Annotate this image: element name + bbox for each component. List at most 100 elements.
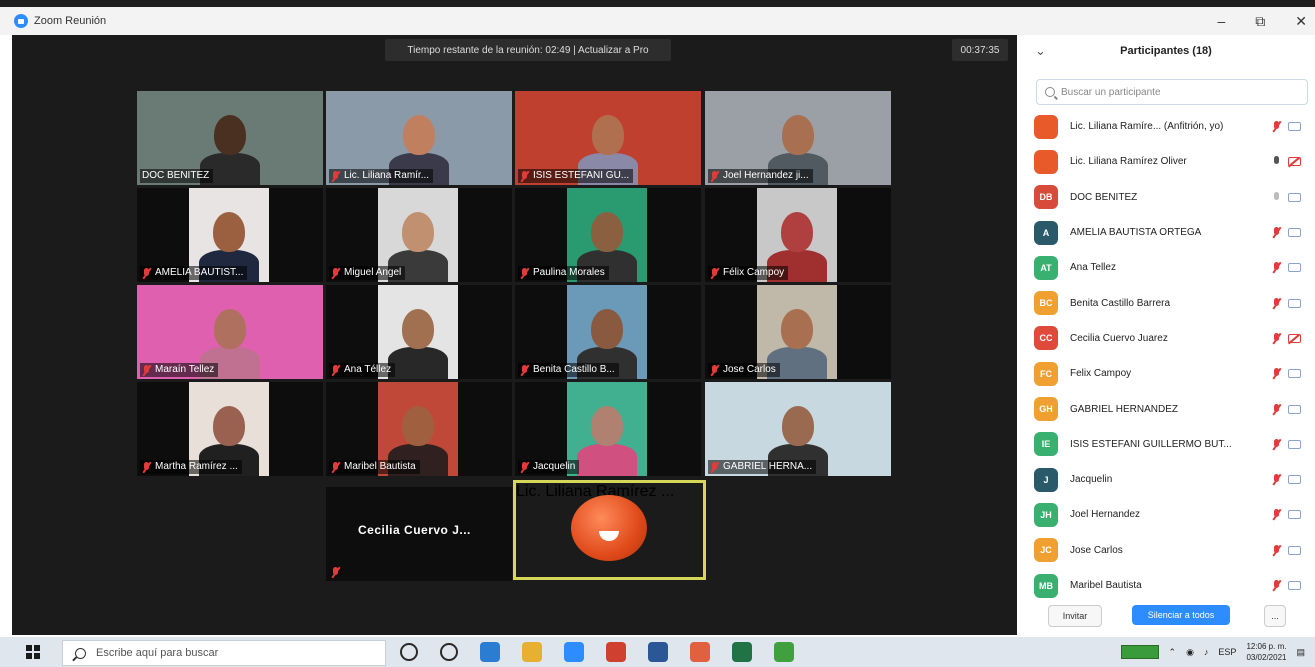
camera-icon[interactable] [1288,510,1301,520]
participant-video-tile[interactable]: GABRIEL HERNA... [705,382,891,476]
tray-chevron-icon[interactable]: ⌃ [1169,647,1177,658]
camera-icon[interactable] [1288,581,1301,590]
participant-face [402,309,434,349]
participant-search-input[interactable]: Buscar un participante [1036,79,1308,105]
participant-row[interactable]: Lic. Liliana Ramíre... (Anfitrión, yo) [1017,109,1315,144]
mic-muted-icon[interactable] [1273,474,1280,485]
battery-icon[interactable] [1120,645,1159,659]
participant-video-tile[interactable]: Joel Hernandez ji... [705,91,891,185]
camera-icon[interactable] [1288,228,1301,238]
participant-video-tile[interactable]: Ana Téllez [326,285,512,379]
mic-muted-icon[interactable] [1273,262,1280,273]
mic-icon[interactable] [1273,156,1280,167]
participant-row[interactable]: CC Cecilia Cuervo Juarez [1017,321,1315,356]
taskbar-search-input[interactable]: Escribe aquí para buscar [62,640,386,666]
meeting-time-banner[interactable]: Tiempo restante de la reunión: 02:49 | A… [385,39,671,61]
camera-icon[interactable] [1288,298,1301,308]
participant-video-tile[interactable]: Jacquelin [515,382,701,476]
paint-icon[interactable] [690,642,710,662]
camera-icon[interactable] [1288,475,1301,485]
minimize-button[interactable]: – [1217,13,1225,29]
camera-icon[interactable] [1288,192,1301,202]
excel-icon[interactable] [732,642,752,662]
task-view-icon[interactable] [440,643,458,661]
camera-icon[interactable] [1288,439,1301,449]
participant-row[interactable]: Lic. Liliana Ramírez Oliver [1017,144,1315,179]
mic-muted-icon[interactable] [1273,297,1280,309]
participant-face [592,115,624,155]
participant-video-tile[interactable]: Lic. Liliana Ramír... [326,91,512,185]
participant-video-tile[interactable]: Maribel Bautista [326,382,512,476]
participant-row[interactable]: BC Benita Castillo Barrera [1017,285,1315,320]
mic-muted-icon[interactable] [1273,509,1280,520]
edge-icon[interactable] [480,642,500,662]
mic-muted-icon [142,461,151,473]
network-icon[interactable]: ◉ [1186,647,1194,658]
participant-row[interactable]: GH GABRIEL HERNANDEZ [1017,391,1315,426]
camera-icon[interactable] [1288,404,1301,414]
camera-icon[interactable] [1288,545,1301,555]
mic-muted-icon[interactable] [1273,580,1280,591]
invite-button[interactable]: Invitar [1048,605,1102,627]
mic-muted-icon[interactable] [1273,332,1280,344]
participant-row[interactable]: IE ISIS ESTEFANI GUILLERMO BUT... [1017,427,1315,462]
participant-video-tile[interactable]: DOC BENITEZ [137,91,323,185]
participant-video-tile[interactable]: Félix Campoy [705,188,891,282]
camera-off-icon[interactable] [1288,157,1301,167]
participant-video-tile[interactable]: Martha Ramírez ... [137,382,323,476]
volume-icon[interactable]: ♪ [1204,647,1209,657]
mic-muted-icon [331,170,340,182]
participant-row[interactable]: DB DOC BENITEZ [1017,180,1315,215]
participant-video-tile[interactable]: Jose Carlos [705,285,891,379]
notifications-icon[interactable]: ▤ [1296,647,1305,658]
language-indicator[interactable]: ESP [1218,647,1236,657]
mic-muted-icon [142,267,151,279]
participant-row[interactable]: JC Jose Carlos [1017,533,1315,568]
close-button[interactable]: ✕ [1295,13,1307,30]
windows-start-icon[interactable] [26,645,40,659]
system-tray: ⌃ ◉ ♪ ESP 12:06 p. m. 03/02/2021 ▤ [1120,637,1305,667]
mic-muted-icon [710,364,719,376]
participant-video-tile[interactable]: ISIS ESTEFANI GU... [515,91,701,185]
participant-row[interactable]: AT Ana Tellez [1017,250,1315,285]
maps-icon[interactable] [774,642,794,662]
participant-video-tile[interactable]: Maraín Tellez [137,285,323,379]
camera-icon[interactable] [1288,122,1301,132]
mic-muted-icon[interactable] [1273,368,1280,379]
maximize-button[interactable]: ⧉ [1255,13,1265,30]
participant-video-tile[interactable]: Miguel Angel [326,188,512,282]
mic-muted-icon[interactable] [1273,403,1280,415]
clock[interactable]: 12:06 p. m. 03/02/2021 [1246,641,1286,663]
mic-muted-icon[interactable] [1273,121,1280,132]
file-explorer-icon[interactable] [522,642,542,662]
mic-muted-icon[interactable] [1273,438,1280,450]
participant-face [591,309,623,349]
word-icon[interactable] [648,642,668,662]
participant-row[interactable]: JH Joel Hernandez [1017,497,1315,532]
participant-video-tile[interactable]: Paulina Morales [515,188,701,282]
participant-row[interactable]: J Jacquelin [1017,462,1315,497]
camera-icon[interactable] [1288,263,1301,273]
tile-name-label: Benita Castillo B... [518,363,619,377]
name-only-tile[interactable]: Cecilia Cuervo J... [326,487,512,581]
participant-video-tile[interactable]: Benita Castillo B... [515,285,701,379]
chrome-icon[interactable] [606,642,626,662]
mic-icon[interactable] [1273,191,1280,203]
mute-all-button[interactable]: Silenciar a todos [1132,605,1230,625]
camera-off-icon[interactable] [1288,333,1301,343]
cortana-icon[interactable] [400,643,418,661]
tile-participant-name: DOC BENITEZ [142,170,210,181]
more-options-button[interactable]: ... [1264,605,1286,627]
participant-video-tile[interactable]: AMELIA BAUTIST... [137,188,323,282]
window-title: Zoom Reunión [34,15,107,27]
avatar: AT [1034,255,1058,280]
participant-row[interactable]: MB Maribel Bautista [1017,568,1315,603]
camera-icon[interactable] [1288,369,1301,379]
tile-name-label: Joel Hernandez ji... [708,169,813,183]
active-speaker-tile[interactable]: Lic. Liliana Ramírez ... [513,480,706,580]
participant-row[interactable]: A AMELIA BAUTISTA ORTEGA [1017,215,1315,250]
participant-row[interactable]: FC Felix Campoy [1017,356,1315,391]
mic-muted-icon[interactable] [1273,544,1280,556]
mic-muted-icon[interactable] [1273,227,1280,238]
zoom-icon[interactable] [564,642,584,662]
